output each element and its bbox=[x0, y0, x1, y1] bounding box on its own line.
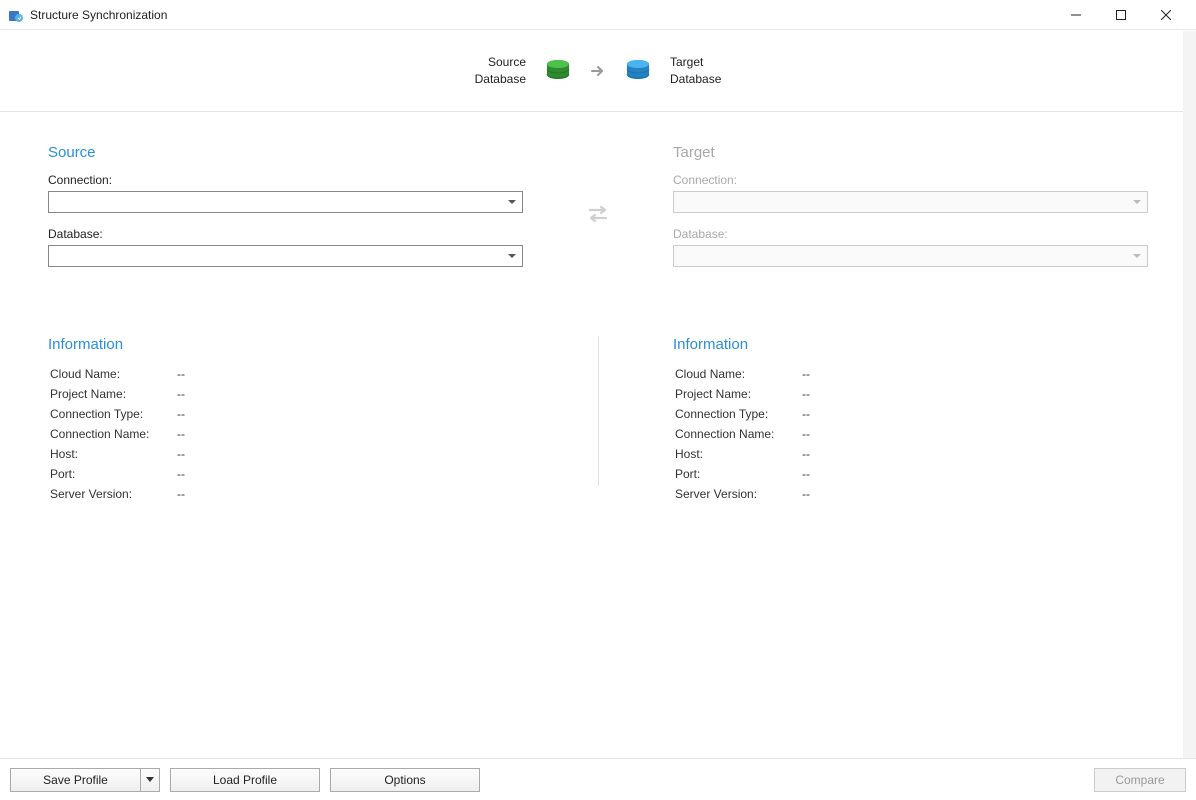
header-diagram: Source Database Target Database bbox=[0, 30, 1196, 112]
text: Database bbox=[670, 71, 721, 88]
compare-label: Compare bbox=[1115, 773, 1164, 787]
titlebar: Structure Synchronization bbox=[0, 0, 1196, 30]
save-profile-button[interactable]: Save Profile bbox=[10, 768, 160, 792]
target-database-label: Target Database bbox=[670, 54, 721, 88]
database-source-icon bbox=[544, 57, 572, 85]
source-title: Source bbox=[48, 144, 523, 161]
source-info-panel: Information Cloud Name:-- Project Name:-… bbox=[48, 336, 523, 505]
label: Host: bbox=[50, 445, 175, 463]
label: Port: bbox=[50, 465, 175, 483]
source-panel: Source Connection: Database: bbox=[48, 144, 523, 281]
source-database-field-label: Database: bbox=[48, 227, 523, 241]
footer: Save Profile Load Profile Options Compar… bbox=[0, 758, 1196, 800]
options-label: Options bbox=[384, 773, 425, 787]
text: Target bbox=[670, 54, 721, 71]
label: Cloud Name: bbox=[50, 365, 175, 383]
label: Server Version: bbox=[675, 485, 800, 503]
value: -- bbox=[177, 485, 185, 503]
source-connection-label: Connection: bbox=[48, 173, 523, 187]
label: Project Name: bbox=[675, 385, 800, 403]
text: Database bbox=[475, 71, 526, 88]
target-title: Target bbox=[673, 144, 1148, 161]
value: -- bbox=[177, 365, 185, 383]
value: -- bbox=[802, 425, 810, 443]
value: -- bbox=[802, 365, 810, 383]
label: Cloud Name: bbox=[675, 365, 800, 383]
target-info-title: Information bbox=[673, 336, 1148, 353]
info-divider bbox=[598, 336, 599, 486]
label: Project Name: bbox=[50, 385, 175, 403]
options-button[interactable]: Options bbox=[330, 768, 480, 792]
target-database-field-label: Database: bbox=[673, 227, 1148, 241]
label: Connection Type: bbox=[50, 405, 175, 423]
target-info-panel: Information Cloud Name:-- Project Name:-… bbox=[673, 336, 1148, 505]
value: -- bbox=[802, 485, 810, 503]
minimize-button[interactable] bbox=[1053, 0, 1098, 30]
text: Source bbox=[475, 54, 526, 71]
maximize-button[interactable] bbox=[1098, 0, 1143, 30]
value: -- bbox=[177, 465, 185, 483]
label: Connection Name: bbox=[50, 425, 175, 443]
database-target-icon bbox=[624, 57, 652, 85]
window-controls bbox=[1053, 0, 1188, 30]
window-title: Structure Synchronization bbox=[30, 8, 167, 22]
source-connection-combo[interactable] bbox=[48, 191, 523, 213]
label: Connection Type: bbox=[675, 405, 800, 423]
value: -- bbox=[177, 405, 185, 423]
save-profile-dropdown[interactable] bbox=[141, 777, 159, 782]
app-icon bbox=[8, 7, 24, 23]
source-info-title: Information bbox=[48, 336, 523, 353]
value: -- bbox=[802, 465, 810, 483]
value: -- bbox=[177, 445, 185, 463]
label: Server Version: bbox=[50, 485, 175, 503]
target-connection-label: Connection: bbox=[673, 173, 1148, 187]
save-profile-label: Save Profile bbox=[11, 769, 141, 791]
target-database-combo[interactable] bbox=[673, 245, 1148, 267]
value: -- bbox=[802, 445, 810, 463]
value: -- bbox=[802, 385, 810, 403]
label: Host: bbox=[675, 445, 800, 463]
value: -- bbox=[177, 425, 185, 443]
label: Port: bbox=[675, 465, 800, 483]
target-panel: Target Connection: Database: bbox=[673, 144, 1148, 281]
source-database-combo[interactable] bbox=[48, 245, 523, 267]
main-panel: Source Connection: Database: Target Conn… bbox=[0, 114, 1196, 758]
label: Connection Name: bbox=[675, 425, 800, 443]
chevron-down-icon bbox=[146, 777, 154, 782]
target-connection-combo[interactable] bbox=[673, 191, 1148, 213]
scrollbar[interactable] bbox=[1183, 31, 1196, 758]
swap-button[interactable] bbox=[523, 144, 673, 224]
source-database-label: Source Database bbox=[475, 54, 526, 88]
load-profile-label: Load Profile bbox=[213, 773, 277, 787]
value: -- bbox=[177, 385, 185, 403]
compare-button[interactable]: Compare bbox=[1094, 768, 1186, 792]
arrow-right-icon bbox=[590, 63, 606, 79]
value: -- bbox=[802, 405, 810, 423]
close-button[interactable] bbox=[1143, 0, 1188, 30]
load-profile-button[interactable]: Load Profile bbox=[170, 768, 320, 792]
